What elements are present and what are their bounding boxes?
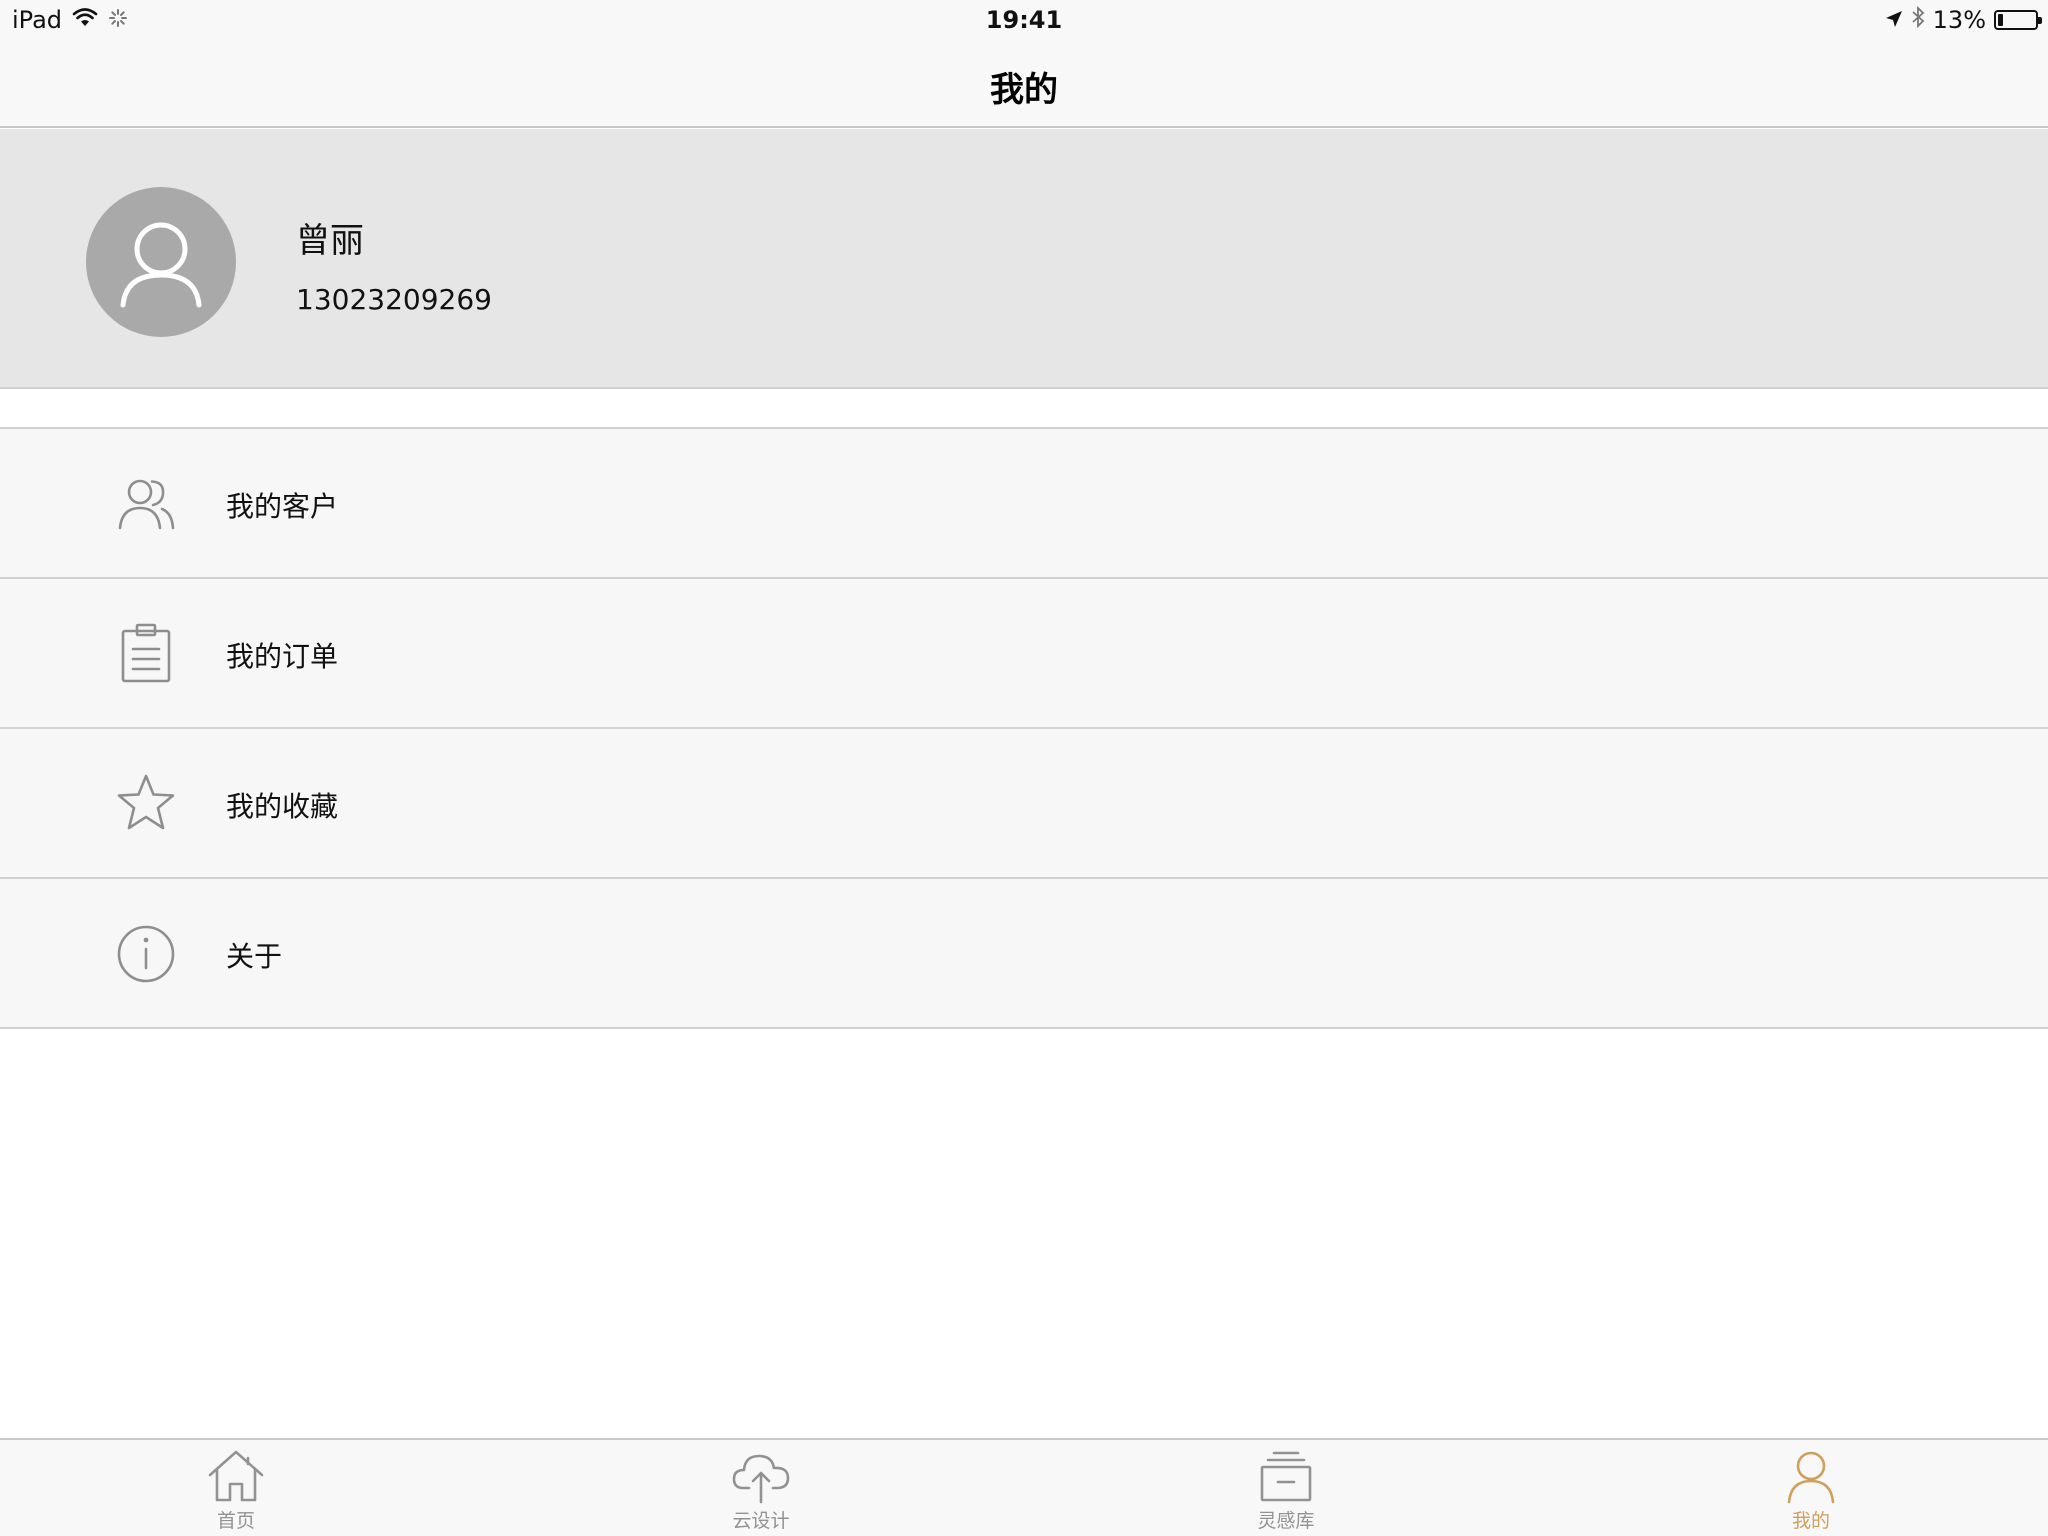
tab-cloud-design[interactable]: 云设计 bbox=[661, 1440, 861, 1536]
tab-label: 灵感库 bbox=[1257, 1510, 1315, 1532]
battery-cap bbox=[2038, 17, 2042, 24]
battery-fill bbox=[1998, 14, 2003, 26]
menu-item-label: 关于 bbox=[226, 940, 283, 973]
info-icon bbox=[117, 925, 175, 983]
inbox-icon bbox=[1260, 1451, 1312, 1502]
person-icon bbox=[1787, 1451, 1835, 1504]
menu-item-label: 我的收藏 bbox=[226, 790, 339, 823]
battery-percent: 13% bbox=[1932, 6, 1986, 34]
user-phone: 13023209269 bbox=[296, 283, 492, 316]
cloud-upload-icon bbox=[732, 1454, 790, 1504]
menu-item-about[interactable]: 关于 bbox=[0, 879, 2048, 1029]
customers-icon bbox=[118, 479, 175, 530]
tab-label: 云设计 bbox=[732, 1510, 790, 1532]
menu-item-label: 我的客户 bbox=[226, 490, 339, 523]
tab-label: 首页 bbox=[216, 1510, 255, 1532]
bluetooth-icon bbox=[1911, 5, 1925, 34]
status-time: 19:41 bbox=[985, 6, 1063, 34]
location-arrow-icon bbox=[1885, 6, 1903, 34]
avatar[interactable] bbox=[86, 187, 236, 337]
menu-list: 我的客户 我的订单 我的收藏 关于 bbox=[0, 427, 2048, 1029]
user-avatar-icon bbox=[120, 222, 202, 308]
profile-header[interactable]: 曾丽 13023209269 bbox=[0, 129, 2048, 389]
screen: iPad 19:41 13% 我的 曾丽 13023209269 我的客户 我的… bbox=[0, 0, 2048, 1536]
tab-mine[interactable]: 我的 bbox=[1711, 1440, 1911, 1536]
menu-item-favorites[interactable]: 我的收藏 bbox=[0, 729, 2048, 879]
clipboard-icon bbox=[121, 623, 171, 683]
tab-inspiration[interactable]: 灵感库 bbox=[1186, 1440, 1386, 1536]
tab-bar: 首页 云设计 灵感库 我的 bbox=[0, 1438, 2048, 1536]
navigation-bar: 我的 bbox=[0, 42, 2048, 128]
status-bar: iPad 19:41 13% bbox=[0, 0, 2048, 42]
tab-home[interactable]: 首页 bbox=[136, 1440, 336, 1536]
battery-icon bbox=[1994, 10, 2042, 30]
tab-label: 我的 bbox=[1791, 1510, 1830, 1532]
menu-item-label: 我的订单 bbox=[226, 640, 339, 673]
menu-item-orders[interactable]: 我的订单 bbox=[0, 579, 2048, 729]
user-name: 曾丽 bbox=[296, 221, 364, 261]
star-icon bbox=[117, 774, 175, 830]
page-title: 我的 bbox=[990, 70, 1058, 110]
menu-item-customers[interactable]: 我的客户 bbox=[0, 429, 2048, 579]
status-right: 13% bbox=[1885, 5, 2042, 34]
home-icon bbox=[208, 1450, 264, 1502]
